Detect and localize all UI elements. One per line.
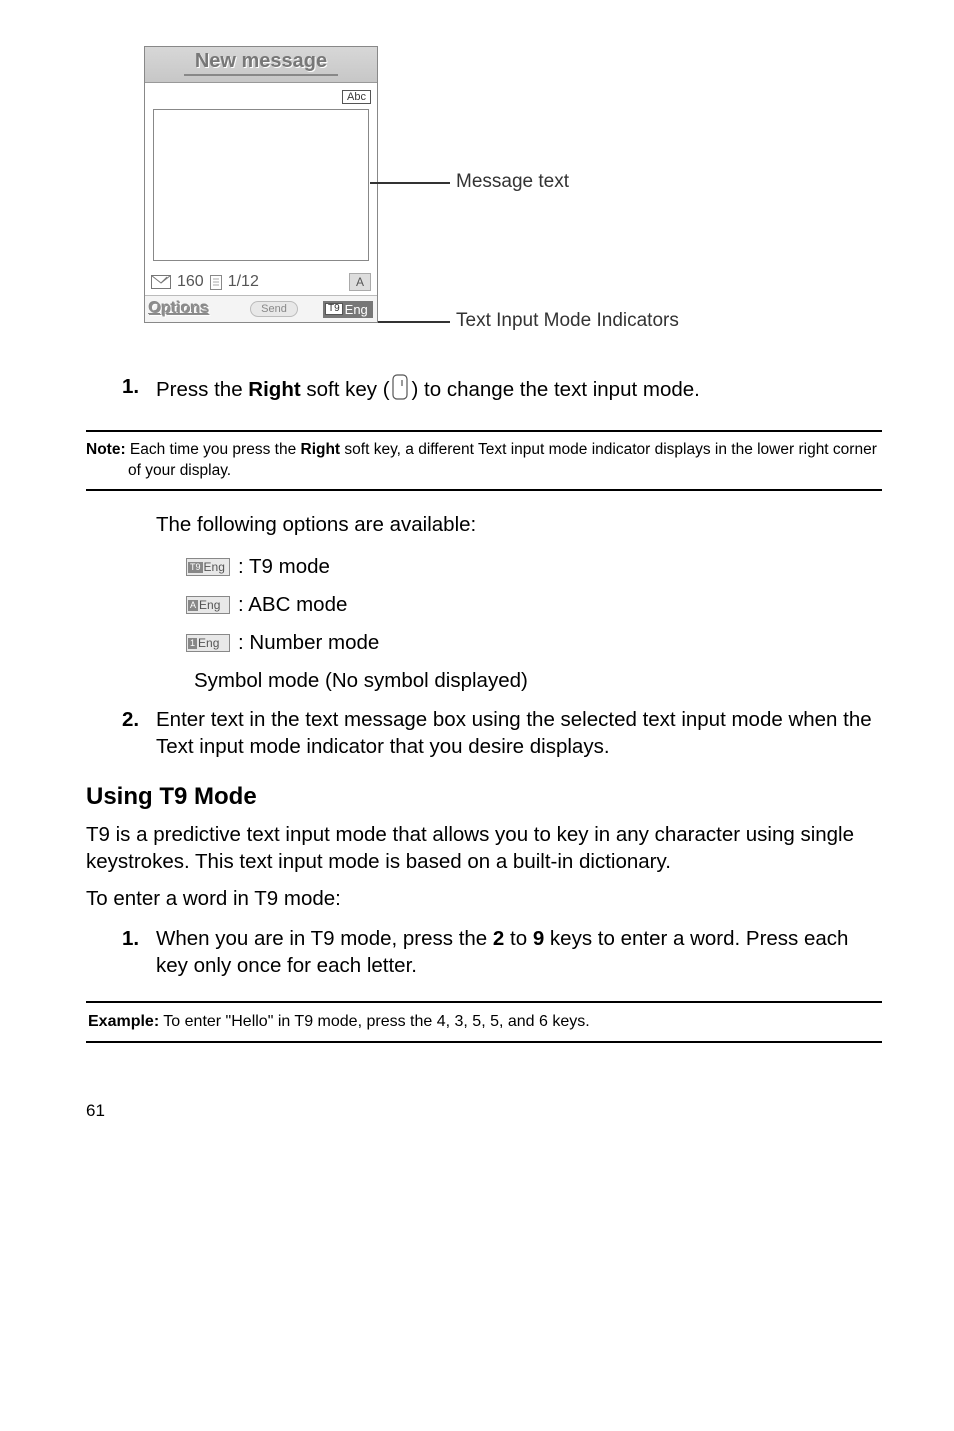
note-label: Note: (86, 441, 126, 458)
right-softkey-icon (392, 374, 410, 408)
icon-text: Eng (199, 598, 220, 612)
icon-square: 1 (188, 638, 197, 649)
text: Each time you press the (126, 441, 301, 458)
step-number: 1. (122, 374, 156, 408)
section-heading: Using T9 Mode (86, 783, 882, 811)
icon-square: T9 (188, 562, 203, 573)
page-number: 61 (86, 1101, 882, 1121)
body-paragraph: To enter a word in T9 mode: (86, 885, 882, 912)
step-number: 1. (122, 926, 156, 979)
text: When you are in T9 mode, press the (156, 927, 493, 950)
mode-symbol: Symbol mode (No symbol displayed) (186, 669, 882, 693)
title-underline (184, 74, 338, 76)
page-indicator: 1/12 (228, 273, 259, 291)
text: soft key ( (301, 378, 390, 401)
mode-t9: T9Eng : T9 mode (186, 555, 882, 579)
example-label: Example: (88, 1013, 159, 1030)
example-text: To enter "Hello" in T9 mode, press the 4… (159, 1013, 590, 1030)
abc-mode-icon: AEng (186, 596, 230, 614)
callout-indicators: Text Input Mode Indicators (456, 310, 679, 332)
step-body: Press the Right soft key ( ) to change th… (156, 374, 882, 408)
mode-abc: AEng : ABC mode (186, 593, 882, 617)
t9-step-1: 1. When you are in T9 mode, press the 2 … (122, 926, 882, 979)
callout-message-text: Message text (456, 171, 569, 193)
text: ) to change the text input mode. (412, 378, 700, 401)
softkey-left[interactable]: Options (149, 300, 225, 318)
text: to (504, 927, 533, 950)
softkey-bar: Options Send T9 Eng (145, 295, 377, 322)
text-case-badge: A (349, 273, 371, 291)
separator (86, 430, 882, 432)
icon-text: Eng (204, 560, 225, 574)
note: Note: Each time you press the Right soft… (86, 440, 882, 490)
mode-number: 1Eng : Number mode (186, 631, 882, 655)
icon-square: A (188, 600, 198, 611)
char-count: 160 (177, 273, 204, 291)
icon-text: Eng (198, 636, 219, 650)
step-number: 2. (122, 707, 156, 760)
body-paragraph: T9 is a predictive text input mode that … (86, 821, 882, 875)
number-mode-icon: 1Eng (186, 634, 230, 652)
message-text-box[interactable] (153, 109, 369, 261)
callout-line (378, 321, 450, 323)
window-title: New message (145, 50, 377, 73)
step-body: Enter text in the text message box using… (156, 707, 882, 760)
t9-icon: T9 (325, 303, 343, 315)
input-mode-badge: Abc (342, 90, 371, 104)
bold-text: Right (301, 441, 341, 458)
mode-list: T9Eng : T9 mode AEng : ABC mode 1Eng : N… (186, 555, 882, 693)
example-box: Example: To enter "Hello" in T9 mode, pr… (86, 1001, 882, 1043)
status-row: 160 1/12 A (145, 269, 377, 295)
softkey-right-label: Eng (345, 302, 368, 317)
page-icon (210, 275, 222, 290)
text: Press the (156, 378, 248, 401)
phone-screen-mock: New message Abc 160 1/12 A Options S (144, 46, 378, 323)
mode-desc: : ABC mode (238, 593, 347, 617)
mode-desc: : Number mode (238, 631, 379, 655)
softkey-center[interactable]: Send (250, 301, 298, 317)
mode-desc: Symbol mode (No symbol displayed) (194, 669, 528, 693)
callouts: Message text Text Input Mode Indicators (378, 46, 882, 346)
softkey-right[interactable]: T9 Eng (323, 301, 373, 318)
envelope-icon (151, 275, 171, 289)
step-1: 1. Press the Right soft key ( ) to change… (122, 374, 882, 408)
bold-text: Right (248, 378, 300, 401)
callout-line (370, 182, 450, 184)
mode-desc: : T9 mode (238, 555, 330, 579)
options-intro: The following options are available: (156, 513, 882, 537)
separator (86, 489, 882, 491)
step-body: When you are in T9 mode, press the 2 to … (156, 926, 882, 979)
step-2: 2. Enter text in the text message box us… (122, 707, 882, 760)
bold-text: 9 (533, 927, 544, 950)
window-title-bar: New message (145, 47, 377, 83)
t9-mode-icon: T9Eng (186, 558, 230, 576)
bold-text: 2 (493, 927, 504, 950)
